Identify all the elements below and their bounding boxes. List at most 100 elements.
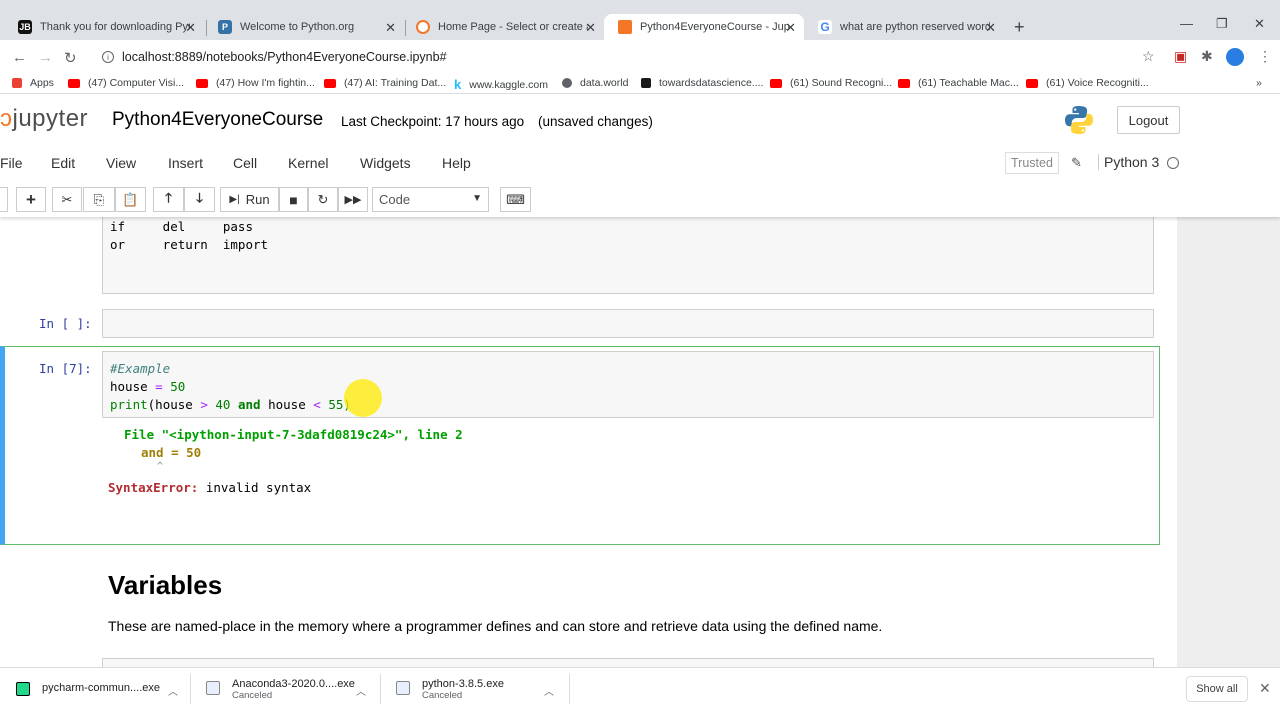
menu-widgets[interactable]: Widgets bbox=[360, 155, 411, 171]
restart-run-all-button[interactable]: ▶▶ bbox=[338, 187, 368, 212]
bookmark-item[interactable]: data.world bbox=[562, 77, 628, 89]
code-line: house = 50 bbox=[110, 379, 186, 394]
menu-edit[interactable]: Edit bbox=[51, 155, 75, 171]
menu-view[interactable]: View bbox=[106, 155, 136, 171]
close-tab-icon[interactable]: ✕ bbox=[785, 20, 796, 36]
jupyter-logo[interactable]: ɔjupyter bbox=[0, 105, 88, 133]
tab-label: Thank you for downloading PyCh bbox=[40, 21, 190, 33]
chevron-up-icon[interactable]: ︿ bbox=[356, 683, 366, 698]
kebab-menu-icon[interactable]: ⋮ bbox=[1258, 48, 1272, 65]
download-filename: Anaconda3-2020.0....exe bbox=[232, 678, 355, 690]
bookmark-item[interactable]: (61) Sound Recogni... bbox=[770, 77, 892, 89]
google-icon: G bbox=[818, 20, 832, 34]
bookmarks-overflow-icon[interactable]: » bbox=[1256, 77, 1262, 89]
tab-pycharm-download[interactable]: JB Thank you for downloading PyCh ✕ bbox=[4, 14, 204, 40]
traceback-code: and = 50 bbox=[141, 445, 202, 460]
notebook-container: if del pass or return import In [ ]: In … bbox=[0, 217, 1177, 667]
extension-icon[interactable]: ▣ bbox=[1174, 48, 1187, 65]
back-icon[interactable]: ← bbox=[12, 49, 27, 66]
menu-insert[interactable]: Insert bbox=[168, 155, 203, 171]
error-message: SyntaxError: invalid syntax bbox=[108, 480, 312, 495]
trusted-badge[interactable]: Trusted bbox=[1005, 152, 1059, 174]
forward-icon[interactable]: → bbox=[38, 49, 53, 66]
restart-kernel-button[interactable]: ↻ bbox=[308, 187, 338, 212]
bookmark-item[interactable]: (47) Computer Visi... bbox=[68, 77, 184, 89]
close-tab-icon[interactable]: ✕ bbox=[985, 20, 996, 36]
menu-help[interactable]: Help bbox=[442, 155, 471, 171]
input-prompt: In [ ]: bbox=[39, 316, 92, 331]
markdown-heading: Variables bbox=[108, 570, 223, 600]
command-palette-button[interactable]: ⌨ bbox=[500, 187, 531, 212]
move-up-button[interactable]: 🡑 bbox=[153, 187, 184, 212]
puzzle-icon[interactable]: ✱ bbox=[1201, 48, 1213, 65]
download-item[interactable]: pycharm-commun....exe ︿ bbox=[16, 682, 186, 698]
run-button[interactable]: ▶| Run bbox=[220, 187, 279, 212]
save-button[interactable] bbox=[0, 187, 8, 212]
address-bar-row: ← → ↻ i localhost:8889/notebooks/Python4… bbox=[0, 40, 1280, 74]
close-window-icon[interactable]: ✕ bbox=[1254, 16, 1265, 32]
bookmark-item[interactable]: (47) How I'm fightin... bbox=[196, 77, 315, 89]
insert-cell-below-button[interactable]: + bbox=[16, 187, 46, 212]
kernel-name[interactable]: Python 3 bbox=[1098, 154, 1159, 170]
bookmark-item[interactable]: k www.kaggle.com bbox=[454, 77, 548, 92]
bookmark-item[interactable]: towardsdatascience.... bbox=[641, 77, 763, 89]
input-prompt: In [7]: bbox=[39, 361, 92, 376]
minimize-icon[interactable]: — bbox=[1180, 16, 1193, 31]
code-editor[interactable]: #Example house = 50 print(house > 40 and… bbox=[102, 351, 1154, 418]
close-tab-icon[interactable]: ✕ bbox=[585, 20, 596, 36]
reload-icon[interactable]: ↻ bbox=[64, 49, 77, 67]
menu-kernel[interactable]: Kernel bbox=[288, 155, 328, 171]
url-bar[interactable]: i localhost:8889/notebooks/Python4Everyo… bbox=[92, 45, 1172, 69]
download-item[interactable]: Anaconda3-2020.0....exe Canceled ︿ bbox=[206, 678, 376, 701]
cursor-highlight bbox=[344, 379, 382, 417]
download-status: Canceled bbox=[422, 690, 463, 701]
copy-cells-button[interactable]: ⎘ bbox=[83, 187, 115, 212]
close-tab-icon[interactable]: ✕ bbox=[385, 20, 396, 36]
youtube-icon bbox=[898, 78, 910, 88]
autosave-status: (unsaved changes) bbox=[538, 114, 653, 129]
move-down-button[interactable]: 🡓 bbox=[184, 187, 215, 212]
kernel-idle-icon bbox=[1167, 157, 1179, 169]
info-icon[interactable]: i bbox=[102, 51, 114, 63]
close-tab-icon[interactable]: ✕ bbox=[185, 20, 196, 36]
previous-output: if del pass or return import bbox=[102, 217, 1154, 294]
next-code-cell[interactable] bbox=[102, 658, 1154, 667]
interrupt-kernel-button[interactable]: ■ bbox=[279, 187, 308, 212]
browser-tab-bar: JB Thank you for downloading PyCh ✕ P We… bbox=[0, 0, 1280, 40]
pencil-icon[interactable]: ✎ bbox=[1071, 155, 1082, 171]
show-all-button[interactable]: Show all bbox=[1186, 676, 1248, 702]
tab-google-search[interactable]: G what are python reserved words ✕ bbox=[804, 14, 1004, 40]
maximize-icon[interactable]: ❐ bbox=[1216, 16, 1228, 32]
chevron-up-icon[interactable]: ︿ bbox=[168, 683, 178, 698]
paste-cells-button[interactable]: 📋 bbox=[115, 187, 146, 212]
close-shelf-icon[interactable]: ✕ bbox=[1259, 680, 1271, 697]
jetbrains-icon: JB bbox=[18, 20, 32, 34]
bookmark-item[interactable]: (47) AI: Training Dat... bbox=[324, 77, 446, 89]
url-text: localhost:8889/notebooks/Python4Everyone… bbox=[122, 50, 447, 64]
pycharm-icon bbox=[16, 682, 30, 696]
tab-anaconda-home[interactable]: Home Page - Select or create a n ✕ bbox=[402, 14, 604, 40]
avatar[interactable] bbox=[1226, 48, 1244, 66]
menu-file[interactable]: File bbox=[0, 155, 23, 171]
empty-code-cell[interactable] bbox=[102, 309, 1154, 338]
bookmark-item[interactable]: (61) Teachable Mac... bbox=[898, 77, 1019, 89]
tab-label: Home Page - Select or create a n bbox=[438, 21, 588, 33]
cut-cells-button[interactable]: ✂ bbox=[52, 187, 82, 212]
bookmark-item[interactable]: (61) Voice Recogniti... bbox=[1026, 77, 1149, 89]
tab-jupyter-notebook[interactable]: Python4EveryoneCourse - Jupyte ✕ bbox=[604, 14, 804, 40]
download-item[interactable]: python-3.8.5.exe Canceled ︿ bbox=[396, 678, 566, 701]
download-filename: python-3.8.5.exe bbox=[422, 678, 504, 690]
bookmark-apps[interactable]: Apps bbox=[12, 77, 54, 89]
new-tab-icon[interactable]: + bbox=[1014, 17, 1025, 38]
file-icon bbox=[396, 681, 410, 695]
notebook-title[interactable]: Python4EveryoneCourse bbox=[112, 109, 323, 131]
chevron-up-icon[interactable]: ︿ bbox=[544, 683, 554, 698]
tab-label: Python4EveryoneCourse - Jupyte bbox=[640, 21, 790, 33]
tab-python-org[interactable]: P Welcome to Python.org ✕ bbox=[204, 14, 404, 40]
menu-cell[interactable]: Cell bbox=[233, 155, 257, 171]
notebook-toolbar: + ✂ ⎘ 📋 🡑 🡓 ▶| Run ■ ↻ ▶▶ Code ▼ ⌨ bbox=[0, 183, 1280, 217]
cell-type-select[interactable]: Code ▼ bbox=[372, 187, 489, 212]
logout-button[interactable]: Logout bbox=[1117, 106, 1180, 134]
code-line: print(house > 40 and house < 55) bbox=[110, 397, 351, 412]
bookmark-star-icon[interactable]: ☆ bbox=[1142, 48, 1155, 65]
